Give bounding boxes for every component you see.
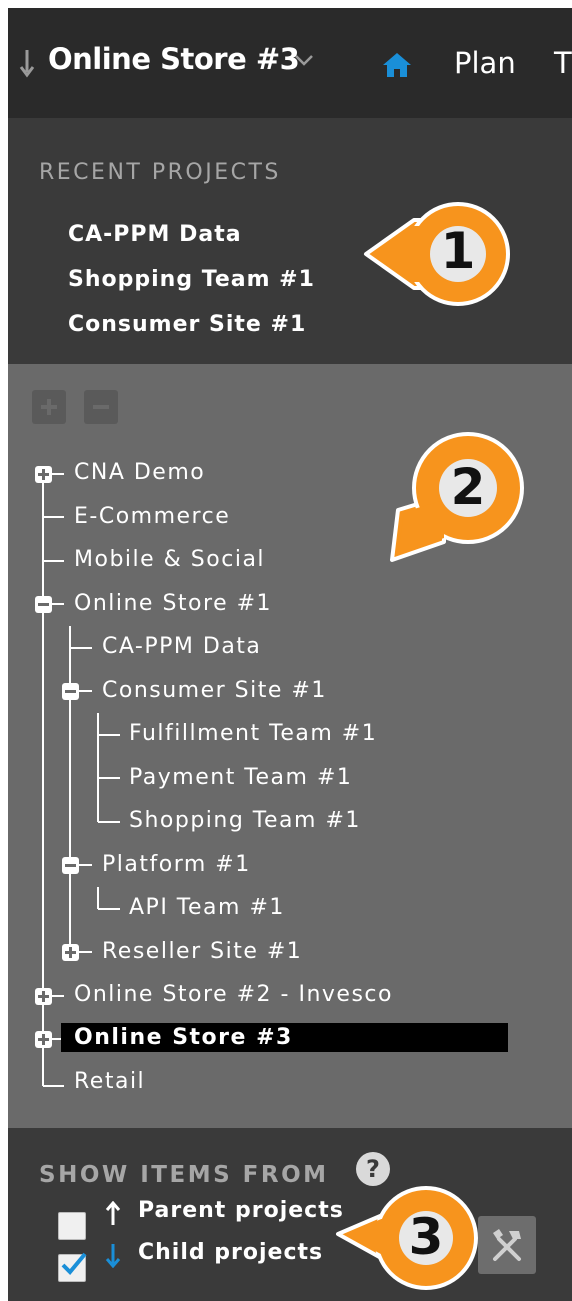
nav-track[interactable]: T [554,46,572,80]
help-icon[interactable]: ? [356,1152,390,1186]
child-projects-checkbox[interactable] [58,1252,87,1282]
show-items-heading: SHOW ITEMS FROM [39,1162,329,1188]
collapse-toggle-icon[interactable] [62,683,79,700]
expand-toggle-icon[interactable] [35,466,52,483]
parent-projects-checkbox[interactable] [58,1212,86,1240]
recent-project-item[interactable]: Consumer Site #1 [68,312,306,337]
tree-node[interactable]: Payment Team #1 [129,765,352,790]
tree-node[interactable]: CA-PPM Data [102,634,261,659]
tools-button[interactable] [478,1216,536,1274]
chevron-down-icon[interactable] [294,54,314,66]
tools-icon [493,1229,521,1261]
tree-node[interactable]: Online Store #1 [74,591,272,616]
expand-toggle-icon[interactable] [35,1031,52,1048]
nav-plan[interactable]: Plan [454,46,516,80]
child-projects-label[interactable]: Child projects [138,1240,323,1265]
home-icon[interactable] [382,52,412,78]
tree-node[interactable]: API Team #1 [129,895,285,920]
tree-node[interactable]: Shopping Team #1 [129,808,361,833]
tree-node[interactable]: Online Store #2 - Invesco [74,982,393,1007]
collapse-toggle-icon[interactable] [35,596,52,613]
callout-number: 1 [440,222,476,280]
callout-number: 2 [450,458,486,516]
recent-project-item[interactable]: Shopping Team #1 [68,267,315,292]
tree-node[interactable]: E-Commerce [74,504,230,529]
top-bar: Online Store #3 Plan T [8,8,572,118]
tree-node[interactable]: Reseller Site #1 [102,939,302,964]
sort-arrow-icon[interactable] [18,48,36,78]
tree-node[interactable]: CNA Demo [74,460,205,485]
up-arrow-icon [105,1201,121,1225]
expand-toggle-icon[interactable] [35,988,52,1005]
expand-toggle-icon[interactable] [62,944,79,961]
recent-project-item[interactable]: CA-PPM Data [68,222,242,247]
recent-projects-heading: RECENT PROJECTS [39,160,281,185]
tree-node[interactable]: Retail [74,1069,145,1094]
tree-node[interactable]: Platform #1 [102,852,251,877]
tree-node[interactable]: Mobile & Social [74,547,265,572]
parent-projects-label[interactable]: Parent projects [138,1198,344,1223]
tree-node[interactable]: Fulfillment Team #1 [129,721,377,746]
collapse-toggle-icon[interactable] [62,857,79,874]
callout-number: 3 [408,1208,444,1266]
down-arrow-icon [105,1244,121,1268]
checkmark-icon [61,1252,87,1275]
show-items-section: SHOW ITEMS FROM ? Parent projects Child … [8,1128,572,1301]
tree-node[interactable]: Consumer Site #1 [102,678,327,703]
tree-node-selected[interactable]: Online Store #3 [61,1023,508,1052]
project-selector-title[interactable]: Online Store #3 [48,42,300,76]
